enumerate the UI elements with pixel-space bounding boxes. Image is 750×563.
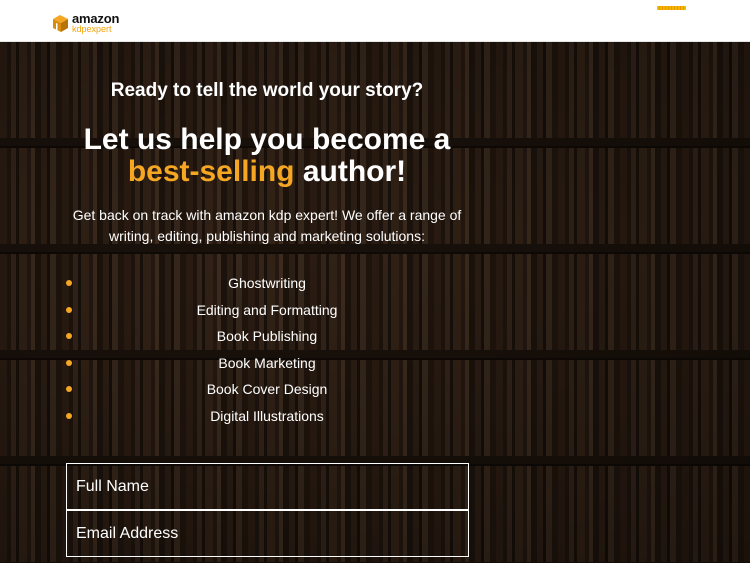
service-label: Book Marketing — [218, 354, 316, 371]
email-field[interactable] — [66, 510, 469, 557]
service-label: Ghostwriting — [228, 275, 306, 291]
headline-accent: best-selling — [127, 155, 295, 188]
list-item: Book Cover Design — [66, 376, 468, 403]
list-item: Book Marketing — [66, 350, 468, 377]
bullet-dot-icon — [66, 333, 72, 340]
hero-headline: Let us help you become a best-selling au… — [40, 124, 494, 188]
service-label: Editing and Formatting — [196, 301, 338, 318]
bullet-dot-icon — [66, 280, 72, 286]
bullet-dot-icon — [66, 386, 72, 393]
signup-form — [66, 463, 469, 557]
service-label: Book Cover Design — [206, 381, 328, 398]
full-name-field[interactable] — [66, 463, 469, 510]
bullet-dot-icon — [66, 412, 72, 419]
headline-part-2: author! — [302, 155, 407, 188]
list-item: Editing and Formatting — [66, 297, 468, 324]
services-list: Ghostwriting Editing and Formatting Book… — [66, 270, 468, 430]
hero-intro: Get back on track with amazon kdp expert… — [72, 207, 462, 244]
bullet-dot-icon — [66, 306, 72, 313]
service-label: Book Publishing — [216, 328, 318, 345]
hero-kicker: Ready to tell the world your story? — [110, 80, 424, 101]
headline-part-1: Let us help you become a — [83, 123, 451, 156]
list-item: Ghostwriting — [66, 270, 468, 297]
hero-content: Ready to tell the world your story? Let … — [0, 0, 750, 563]
list-item: Digital Illustrations — [66, 403, 468, 430]
bullet-dot-icon — [66, 359, 72, 366]
list-item: Book Publishing — [66, 323, 468, 350]
service-label: Digital Illustrations — [210, 407, 324, 424]
